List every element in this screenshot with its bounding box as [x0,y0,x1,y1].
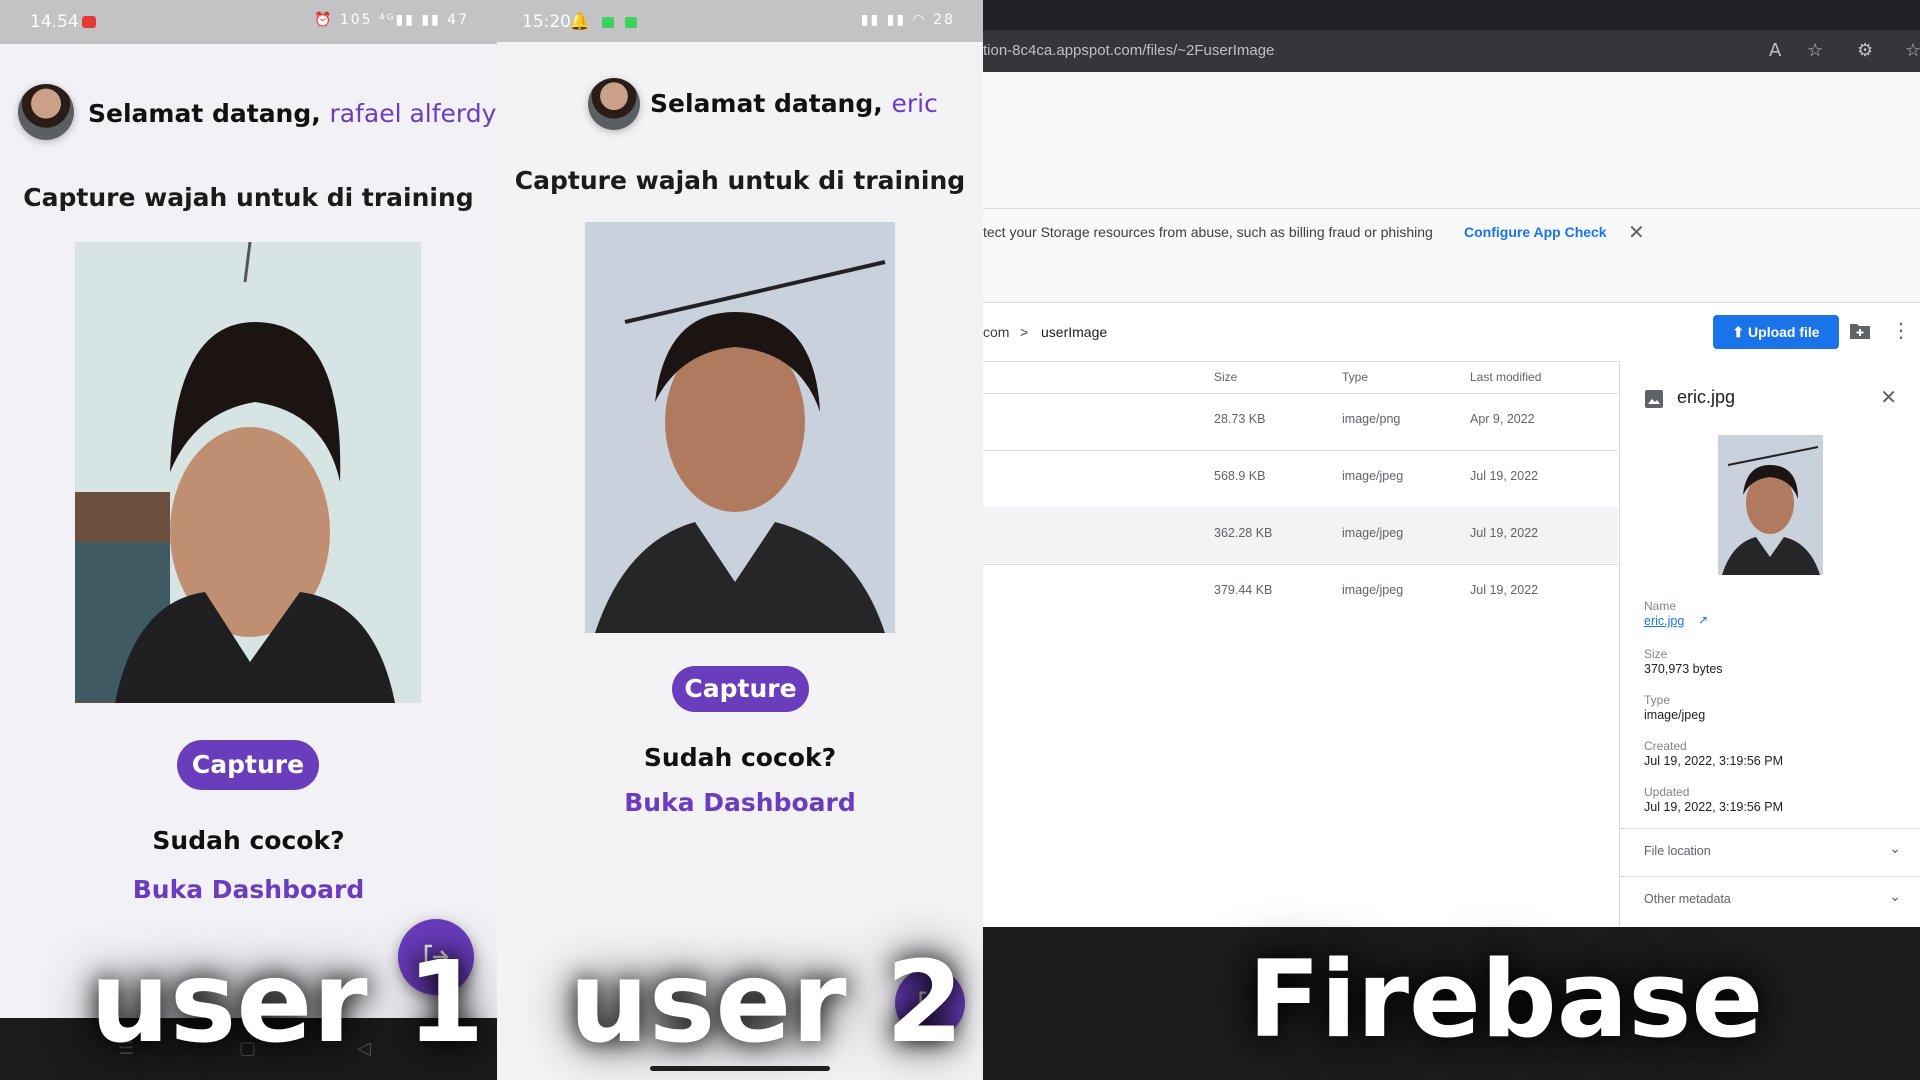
url-text[interactable]: tion-8c4ca.appspot.com/files/~2FuserImag… [983,42,1274,59]
user2-phone-screen: 15:20 🔔 ▮▮ ▮▮ ◠ 28 Selamat datang, eric … [497,0,983,1080]
row-size: 379.44 KB [1214,583,1273,597]
confirm-question: Sudah cocok? [643,743,837,772]
notification-icons: 🔔 [569,12,637,32]
confirm-question: Sudah cocok? [152,826,345,855]
firebase-browser-window: tion-8c4ca.appspot.com/files/~2FuserImag… [983,0,1920,1080]
detail-title: eric.jpg [1677,387,1736,407]
more-options-icon[interactable]: ⋮ [1891,318,1911,342]
capture-button[interactable]: Capture [672,666,809,712]
breadcrumb-root[interactable]: com [983,324,1009,340]
image-icon [1645,390,1663,408]
greeting-prefix: Selamat datang, [88,99,321,128]
status-bar: 14.54 ⏰ 105 ⁴ᴳ▮▮ ▮▮ 47 [0,0,497,44]
status-bar: 15:20 🔔 ▮▮ ▮▮ ◠ 28 [497,0,983,42]
page-heading: Capture wajah untuk di training [23,183,474,212]
file-detail-panel: eric.jpg ✕ Name eric.jpg ↗ Size 370,973 … [1619,361,1920,926]
close-icon[interactable]: ✕ [1628,220,1645,244]
row-type: image/jpeg [1342,469,1404,483]
extensions-icon[interactable]: ⚙ [1857,40,1873,61]
row-modified: Apr 9, 2022 [1470,412,1535,426]
overlay-label-user1: user 1 [90,938,485,1068]
overlay-label-user2: user 2 [569,938,964,1068]
status-time: 14.54 [30,12,79,32]
table-row[interactable]: 379.44 KB image/jpeg Jul 19, 2022 [983,564,1618,620]
greeting: Selamat datang, rafael alferdyas [88,99,497,128]
user1-phone-screen: 14.54 ⏰ 105 ⁴ᴳ▮▮ ▮▮ 47 Selamat datang, r… [0,0,497,1080]
bell-icon: 🔔 [569,12,591,32]
address-bar[interactable]: tion-8c4ca.appspot.com/files/~2FuserImag… [983,30,1920,72]
row-size: 28.73 KB [1214,412,1266,426]
name-label: Name [1644,599,1677,613]
col-size-header[interactable]: Size [1214,370,1237,384]
size-value: 370,973 bytes [1644,662,1723,676]
chevron-down-icon: ⌄ [1889,841,1901,857]
external-link-icon[interactable]: ↗ [1698,613,1708,627]
type-label: Type [1644,693,1671,707]
avatar [588,78,640,130]
row-modified: Jul 19, 2022 [1470,583,1539,597]
greeting-prefix: Selamat datang, [650,89,883,118]
other-metadata-label: Other metadata [1644,892,1731,906]
status-icons: ▮▮ ▮▮ ◠ 28 [860,12,955,28]
capture-button[interactable]: Capture [177,740,319,790]
app-notification-icon [624,16,637,28]
close-icon[interactable]: ✕ [1880,385,1897,409]
created-label: Created [1644,739,1687,753]
camera-preview [585,222,895,633]
col-type-header[interactable]: Type [1342,370,1368,384]
app-notification-icon [601,16,614,28]
table-row-selected[interactable]: 362.28 KB image/jpeg Jul 19, 2022 [983,507,1618,563]
username: rafael alferdyas [329,99,497,128]
upload-icon: ⬆ [1732,324,1745,340]
read-aloud-icon[interactable]: A [1769,40,1781,61]
file-location-accordion[interactable]: File location ⌄ [1620,828,1920,876]
file-location-label: File location [1644,844,1711,858]
avatar [18,84,74,140]
open-dashboard-link[interactable]: Buka Dashboard [497,788,983,817]
col-modified-header[interactable]: Last modified [1470,370,1541,384]
row-size: 362.28 KB [1214,526,1273,540]
username: eric [891,89,938,118]
row-modified: Jul 19, 2022 [1470,469,1539,483]
table-row[interactable]: 568.9 KB image/jpeg Jul 19, 2022 [983,450,1618,506]
size-label: Size [1644,647,1668,661]
file-preview-thumbnail[interactable] [1718,435,1823,575]
type-value: image/jpeg [1644,708,1706,722]
updated-value: Jul 19, 2022, 3:19:56 PM [1644,800,1783,814]
row-type: image/jpeg [1342,583,1404,597]
configure-app-check-link[interactable]: Configure App Check [1464,224,1607,240]
row-size: 568.9 KB [1214,469,1266,483]
overlay-label-firebase: Firebase [1248,938,1764,1061]
row-modified: Jul 19, 2022 [1470,526,1539,540]
screen-record-icon [82,16,96,28]
row-type: image/png [1342,412,1401,426]
upload-file-button[interactable]: ⬆ Upload file [1713,315,1839,349]
add-folder-icon[interactable] [1849,322,1871,340]
file-name-link[interactable]: eric.jpg [1644,614,1684,628]
browser-tab-strip [983,0,1920,30]
open-dashboard-link[interactable]: Buka Dashboard [0,875,497,904]
row-type: image/jpeg [1342,526,1404,540]
breadcrumb-separator: > [1020,324,1029,340]
created-value: Jul 19, 2022, 3:19:56 PM [1644,754,1783,768]
upload-label: Upload file [1748,324,1820,340]
breadcrumb-folder[interactable]: userImage [1041,324,1107,340]
greeting: Selamat datang, eric [650,89,938,118]
status-icons: ⏰ 105 ⁴ᴳ▮▮ ▮▮ 47 [313,12,469,28]
table-row[interactable]: 28.73 KB image/png Apr 9, 2022 [983,393,1618,449]
updated-label: Updated [1644,785,1690,799]
chevron-down-icon: ⌄ [1889,889,1901,905]
camera-preview [75,242,421,703]
app-check-banner-text: tect your Storage resources from abuse, … [983,224,1433,240]
other-metadata-accordion[interactable]: Other metadata ⌄ [1620,876,1920,924]
favorites-bar-icon[interactable]: ☆ [1905,40,1920,61]
status-time: 15:20 [522,12,571,32]
favorite-icon[interactable]: ☆ [1807,40,1823,61]
page-heading: Capture wajah untuk di training [514,166,966,195]
